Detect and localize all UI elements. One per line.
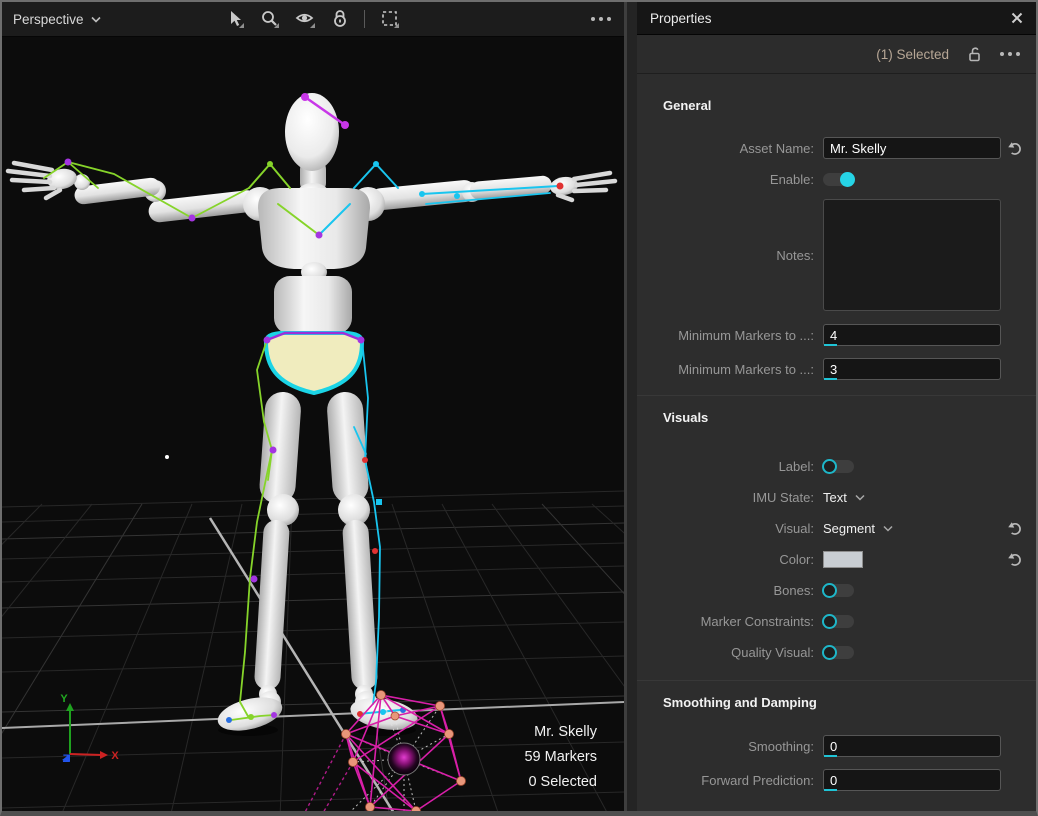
close-icon [1011,12,1023,24]
notes-label: Notes: [637,248,823,263]
toolbar-divider [364,10,365,28]
section-general: General Asset Name: Enable: Notes: [637,84,1036,396]
marker-constraints-row: Marker Constraints: [637,606,1036,637]
quality-visual-row: Quality Visual: [637,637,1036,668]
reset-visual-button[interactable] [1006,521,1022,536]
marker-constraints-toggle[interactable] [823,615,854,628]
chevron-down-icon [883,525,893,532]
close-button[interactable] [1011,12,1023,24]
min-markers-boot-label: Minimum Markers to ...: [637,328,823,343]
lock-tool-icon[interactable] [331,9,349,29]
chevron-down-icon [91,16,101,23]
properties-panel: Properties (1) Selected General Asset Na… [637,2,1036,811]
modified-indicator [824,378,837,380]
quality-visual-label: Quality Visual: [637,645,823,660]
imu-state-dropdown[interactable]: Text [823,490,865,505]
enable-row: Enable: [637,167,1036,191]
axis-z-label: Z [63,753,70,765]
selection-overlay: Mr. Skelly 59 Markers 0 Selected [524,720,597,795]
forward-prediction-row: Forward Prediction: [637,766,1036,794]
chevron-down-icon [855,494,865,501]
reset-icon [1006,552,1022,567]
quality-visual-toggle[interactable] [823,646,854,659]
smoothing-label: Smoothing: [637,739,823,754]
panel-splitter[interactable] [624,2,637,811]
enable-toggle[interactable] [823,173,854,186]
unlock-icon [967,46,982,62]
modified-indicator [824,789,837,791]
section-smoothing: Smoothing and Damping Smoothing: Forward… [637,680,1036,806]
camera-view-dropdown[interactable]: Perspective [2,12,101,27]
marquee-select-icon[interactable] [380,9,400,29]
bones-label: Bones: [637,583,823,598]
application-window: Y X Z [0,0,1038,816]
3d-viewport-panel: Y X Z [2,2,624,811]
asset-name-input[interactable] [823,137,1001,159]
overlay-selected-count: 0 Selected [524,770,597,795]
overlay-marker-count: 59 Markers [524,745,597,770]
selected-status: (1) Selected [876,47,949,62]
properties-body: General Asset Name: Enable: Notes: [637,74,1036,811]
zoom-tool-icon[interactable] [260,9,280,29]
smoothing-input[interactable] [823,735,1001,757]
lock-selection-button[interactable] [967,46,982,62]
asset-name-label: Asset Name: [637,141,823,156]
bones-row: Bones: [637,575,1036,606]
reset-color-button[interactable] [1006,552,1022,567]
camera-view-label: Perspective [13,12,84,27]
visual-value: Segment [823,521,875,536]
color-row: Color: [637,544,1036,575]
asset-name-row: Asset Name: [637,135,1036,161]
forward-prediction-input[interactable] [823,769,1001,791]
forward-prediction-label: Forward Prediction: [637,773,823,788]
bones-toggle[interactable] [823,584,854,597]
panel-menu-button[interactable] [1000,52,1020,56]
label-label: Label: [637,459,823,474]
overlay-asset-name: Mr. Skelly [524,720,597,745]
notes-row: Notes: [637,199,1036,311]
color-label: Color: [637,552,823,567]
viewport-toolbar: Perspective [2,2,624,37]
enable-label: Enable: [637,172,823,187]
visual-row: Visual: Segment [637,513,1036,544]
visual-label: Visual: [637,521,823,536]
more-options-icon [591,17,611,21]
more-options-icon [1000,52,1020,56]
imu-state-value: Text [823,490,847,505]
min-markers-cont-input[interactable] [823,358,1001,380]
label-toggle[interactable] [823,460,854,473]
reset-icon [1006,141,1022,156]
properties-titlebar: Properties [637,2,1036,35]
stray-marker-dot [165,455,169,459]
visual-dropdown[interactable]: Segment [823,521,893,536]
axis-x-label: X [111,750,119,762]
color-swatch[interactable] [823,551,863,568]
min-markers-boot-input[interactable] [823,324,1001,346]
section-visuals: Visuals Label: IMU State: Text Vis [637,395,1036,681]
reset-icon [1006,521,1022,536]
smoothing-row: Smoothing: [637,732,1036,760]
select-tool-icon[interactable] [226,9,245,29]
viewport-menu-button[interactable] [591,2,611,36]
notes-textarea[interactable] [823,199,1001,311]
axis-y-label: Y [60,693,68,705]
min-markers-cont-row: Minimum Markers to ...: [637,355,1036,383]
label-row: Label: [637,451,1036,482]
marker-constraints-label: Marker Constraints: [637,614,823,629]
reset-asset-name-button[interactable] [1006,141,1022,156]
modified-indicator [824,344,837,346]
3d-scene[interactable]: Y X Z [2,2,624,811]
section-heading: General [637,84,1036,135]
selection-status-bar: (1) Selected [637,35,1036,74]
section-heading: Smoothing and Damping [637,681,1036,732]
min-markers-boot-row: Minimum Markers to ...: [637,321,1036,349]
imu-state-row: IMU State: Text [637,482,1036,513]
section-heading: Visuals [637,396,1036,451]
modified-indicator [824,755,837,757]
visibility-tool-icon[interactable] [295,9,316,29]
imu-state-label: IMU State: [637,490,823,505]
min-markers-cont-label: Minimum Markers to ...: [637,362,823,377]
panel-title: Properties [650,11,712,26]
